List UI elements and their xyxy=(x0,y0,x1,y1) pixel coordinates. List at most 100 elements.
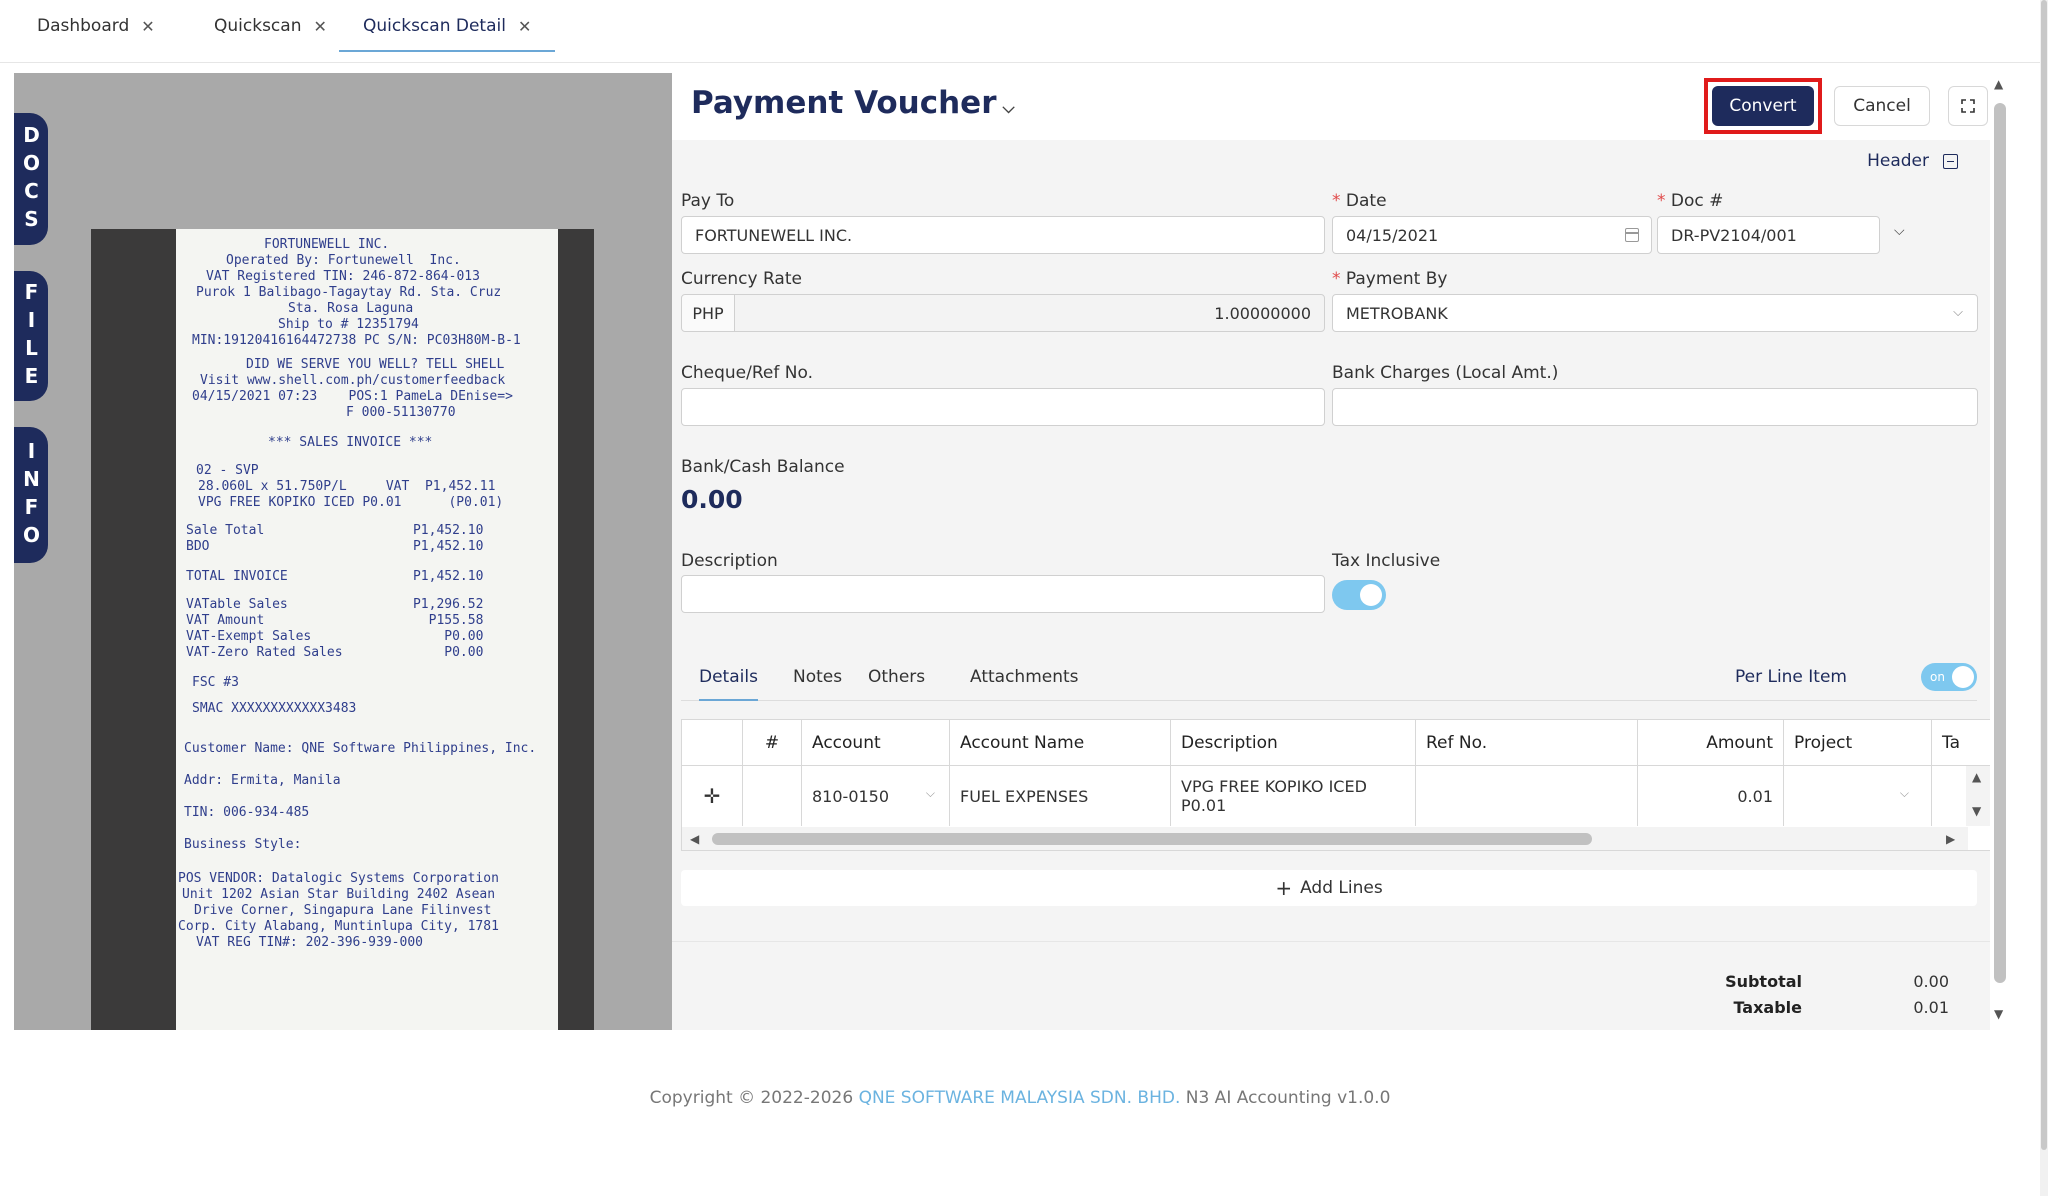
table-cell-project[interactable]: ⌵ xyxy=(1784,766,1932,826)
expand-icon xyxy=(1961,99,1975,113)
table-cell-ref-no[interactable] xyxy=(1416,766,1638,826)
subtotal-value-visible: 0.00 xyxy=(1913,972,1949,991)
expand-button[interactable] xyxy=(1948,86,1988,126)
close-icon[interactable]: ✕ xyxy=(518,17,531,36)
scroll-up-arrow-icon[interactable]: ▲ xyxy=(1994,77,2003,91)
currency-rate-label: Currency Rate xyxy=(681,269,802,289)
footer-company-link[interactable]: QNE SOFTWARE MALAYSIA SDN. BHD. xyxy=(859,1088,1181,1108)
tab-notes[interactable]: Notes xyxy=(793,667,842,687)
side-tab-file-label: FILE xyxy=(19,280,44,392)
payment-voucher-form: Payment Voucher ⌵ Convert Cancel Header P… xyxy=(672,73,1990,1030)
cancel-button[interactable]: Cancel xyxy=(1834,86,1930,126)
date-field[interactable]: 04/15/2021 xyxy=(1332,216,1652,254)
payment-by-select[interactable]: METROBANK ⌵ xyxy=(1332,294,1978,332)
form-scrollbar[interactable]: ▲ ▼ xyxy=(1990,73,2010,1030)
receipt-line: *** SALES INVOICE *** xyxy=(268,435,433,450)
header-collapse-toggle[interactable]: Header xyxy=(1867,151,1958,171)
receipt-line: Corp. City Alabang, Muntinlupa City, 178… xyxy=(178,919,499,934)
per-line-item-toggle-text: on xyxy=(1930,670,1945,684)
page-title[interactable]: Payment Voucher ⌵ xyxy=(691,85,1015,121)
side-tab-info[interactable]: INFO xyxy=(14,427,48,563)
receipt-line: VAT-Exempt Sales P0.00 xyxy=(186,629,484,644)
chevron-down-icon[interactable]: ⌵ xyxy=(1003,98,1015,117)
receipt-line: Visit www.shell.com.ph/customerfeedback xyxy=(200,373,506,388)
tab-bar: Dashboard ✕ Quickscan ✕ Quickscan Detail… xyxy=(0,0,2040,63)
receipt-line: TIN: 006-934-485 xyxy=(184,805,310,820)
table-cell-description[interactable]: VPG FREE KOPIKO ICED P0.01 xyxy=(1171,766,1416,826)
receipt-line: SMAC XXXXXXXXXXXX3483 xyxy=(192,701,357,716)
table-cell-account[interactable]: 810-0150 ⌵ xyxy=(802,766,950,826)
table-header-account-name[interactable]: Account Name xyxy=(950,720,1171,766)
scroll-right-arrow-icon[interactable]: ▶ xyxy=(1946,832,1955,846)
tab-quickscan-detail[interactable]: Quickscan Detail ✕ xyxy=(339,0,556,52)
date-value: 04/15/2021 xyxy=(1346,225,1439,245)
page-scrollbar[interactable] xyxy=(2040,0,2048,1196)
tab-label: Quickscan Detail xyxy=(363,16,506,36)
scroll-up-arrow-icon[interactable]: ▲ xyxy=(1972,770,1981,784)
doc-number-chevron-down-icon[interactable]: ⌵ xyxy=(1894,223,1905,239)
table-header-description[interactable]: Description xyxy=(1171,720,1416,766)
receipt-line: Sta. Rosa Laguna xyxy=(288,301,414,316)
close-icon[interactable]: ✕ xyxy=(313,17,326,36)
receipt-line: Purok 1 Balibago-Tagaytay Rd. Sta. Cruz xyxy=(196,285,502,300)
doc-number-field[interactable]: DR-PV2104/001 xyxy=(1657,216,1880,254)
tab-details[interactable]: Details xyxy=(699,667,758,701)
footer-copyright: Copyright © 2022-2026 xyxy=(649,1088,854,1108)
scroll-left-arrow-icon[interactable]: ◀ xyxy=(690,832,699,846)
plus-icon: + xyxy=(1275,876,1293,900)
table-header-number[interactable]: # xyxy=(743,720,802,766)
table-header-ref-no[interactable]: Ref No. xyxy=(1416,720,1638,766)
currency-rate-field[interactable]: 1.00000000 xyxy=(734,294,1325,332)
table-header-account[interactable]: Account xyxy=(802,720,950,766)
tab-others[interactable]: Others xyxy=(868,667,925,687)
receipt-line: VATable Sales P1,296.52 xyxy=(186,597,484,612)
line-items-table: # Account Account Name Description Ref N… xyxy=(681,719,1990,851)
tax-inclusive-toggle[interactable] xyxy=(1332,580,1386,610)
receipt-line: 28.060L x 51.750P/L VAT P1,452.11 xyxy=(198,479,496,494)
table-header-project[interactable]: Project xyxy=(1784,720,1932,766)
add-lines-button[interactable]: + Add Lines xyxy=(681,870,1977,906)
tab-dashboard[interactable]: Dashboard ✕ xyxy=(37,0,155,52)
table-header-amount[interactable]: Amount xyxy=(1638,720,1784,766)
cheque-ref-field[interactable] xyxy=(681,388,1325,426)
receipt-line: Unit 1202 Asian Star Building 2402 Asean xyxy=(182,887,496,902)
table-cell-number xyxy=(743,766,802,826)
payment-by-value: METROBANK xyxy=(1346,303,1448,323)
description-field[interactable] xyxy=(681,575,1325,613)
table-cell-amount[interactable]: 0.01 xyxy=(1638,766,1784,826)
receipt-line: Drive Corner, Singapura Lane Filinvest xyxy=(194,903,492,918)
table-horizontal-scrollbar[interactable]: ◀ ▶ xyxy=(682,827,1968,850)
scroll-down-arrow-icon[interactable]: ▼ xyxy=(1972,804,1981,818)
tax-inclusive-label: Tax Inclusive xyxy=(1332,551,1441,571)
convert-button[interactable]: Convert xyxy=(1712,86,1814,126)
bank-cash-balance-value: 0.00 xyxy=(681,485,743,514)
receipt-line: FSC #3 xyxy=(192,675,239,690)
receipt-text: FORTUNEWELL INC. Operated By: Fortunewell… xyxy=(176,229,558,1030)
bank-cash-balance-label: Bank/Cash Balance xyxy=(681,457,845,477)
table-header-tax[interactable]: Ta xyxy=(1932,720,1990,766)
table-cell-account-name[interactable]: FUEL EXPENSES xyxy=(950,766,1171,826)
tab-attachments[interactable]: Attachments xyxy=(970,667,1079,687)
scrollbar-thumb[interactable] xyxy=(1994,103,2006,983)
close-icon[interactable]: ✕ xyxy=(141,17,154,36)
bank-charges-field[interactable] xyxy=(1332,388,1978,426)
per-line-item-toggle[interactable]: on xyxy=(1921,663,1977,691)
drag-handle-icon[interactable]: ✛ xyxy=(682,766,743,826)
receipt-line: FORTUNEWELL INC. xyxy=(264,237,390,252)
side-tab-docs-label: DOCS xyxy=(19,123,44,235)
side-tab-docs[interactable]: DOCS xyxy=(14,113,48,245)
tab-quickscan[interactable]: Quickscan ✕ xyxy=(214,0,327,52)
header-label: Header xyxy=(1867,151,1929,171)
document-image-panel: FORTUNEWELL INC. Operated By: Fortunewell… xyxy=(14,73,672,1030)
pay-to-field[interactable]: FORTUNEWELL INC. xyxy=(681,216,1325,254)
receipt-line: F 000-51130770 xyxy=(346,405,456,420)
calendar-icon[interactable] xyxy=(1625,228,1639,242)
account-value: 810-0150 xyxy=(812,786,890,806)
scrollbar-thumb[interactable] xyxy=(712,833,1592,845)
tab-label: Quickscan xyxy=(214,16,302,36)
footer: Copyright © 2022-2026 QNE SOFTWARE MALAY… xyxy=(0,1088,2040,1108)
scroll-down-arrow-icon[interactable]: ▼ xyxy=(1994,1007,2003,1021)
description-label: Description xyxy=(681,551,778,571)
side-tab-file[interactable]: FILE xyxy=(14,271,48,401)
table-vertical-scrollbar[interactable]: ▲ ▼ xyxy=(1966,766,1990,826)
